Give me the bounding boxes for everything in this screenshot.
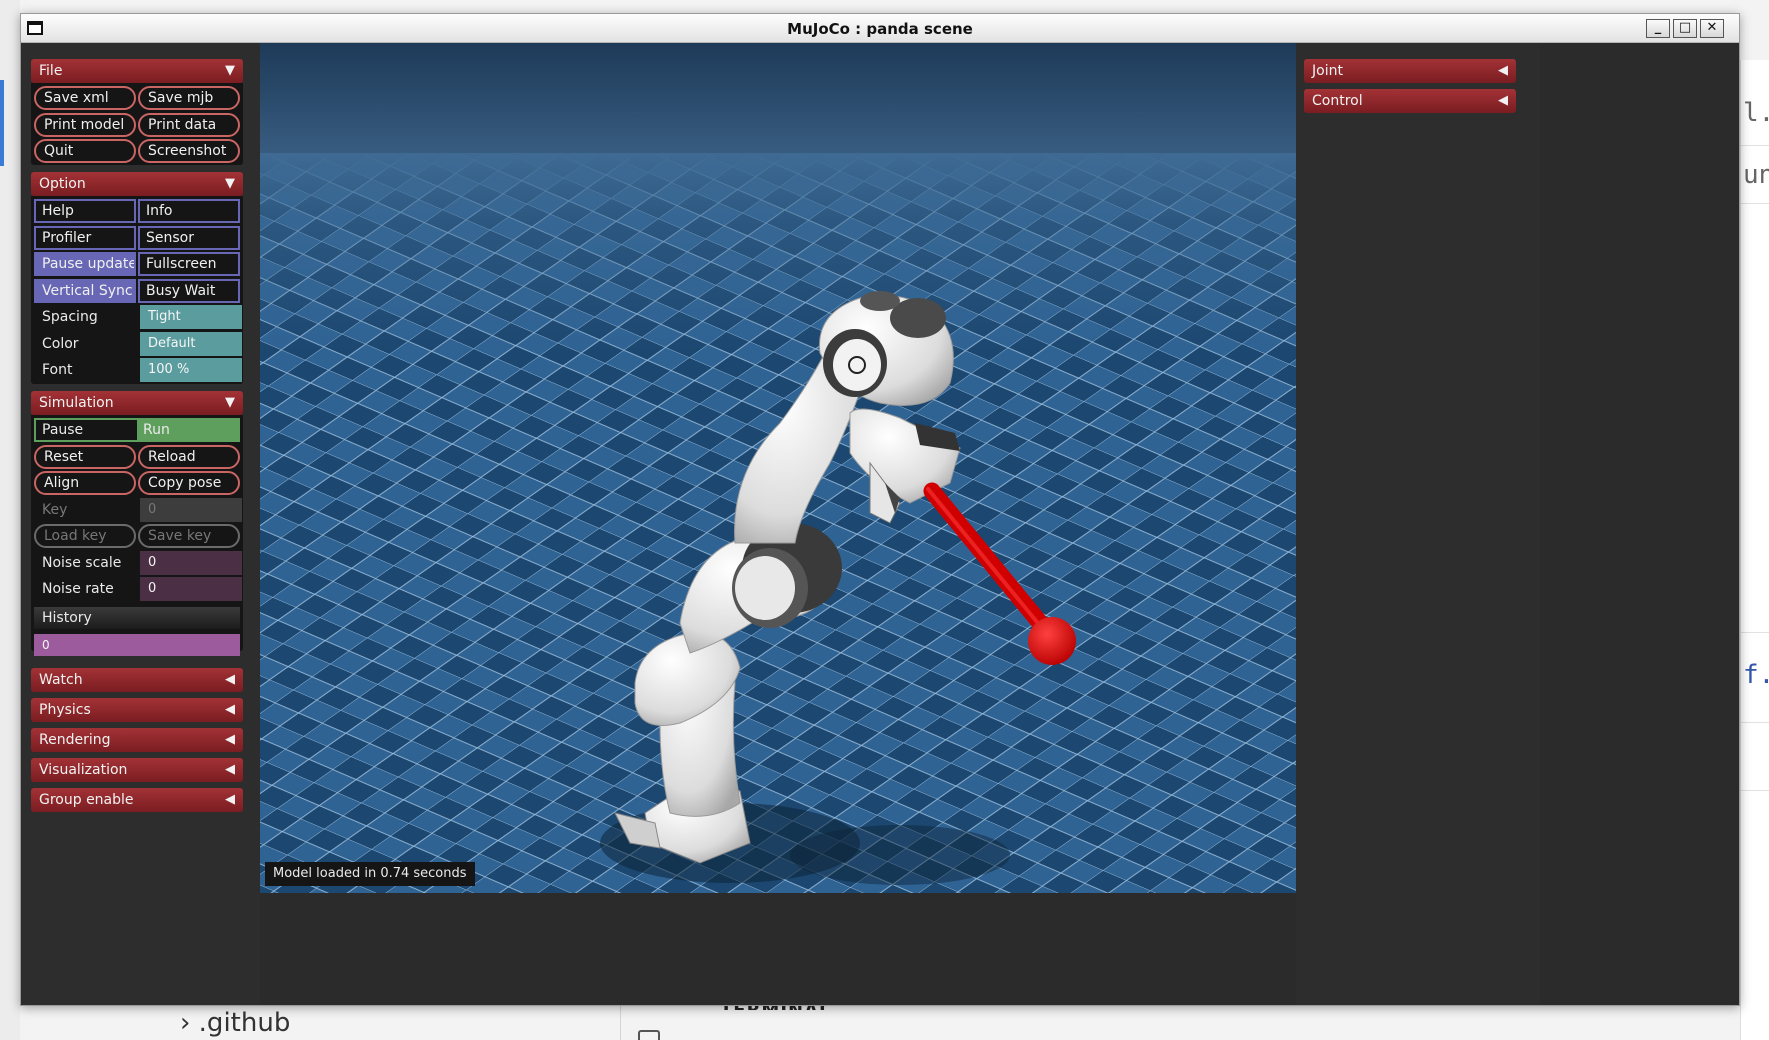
reset-button[interactable]: Reset (34, 445, 136, 469)
scene-viewport[interactable] (260, 43, 1296, 893)
pause-run-radio[interactable]: Pause Run (34, 418, 240, 442)
print-data-button[interactable]: Print data (138, 113, 240, 137)
editor-text: l.py (1743, 98, 1769, 128)
section-header-physics[interactable]: Physics ◀ (31, 698, 243, 722)
section-title: Visualization (39, 762, 128, 778)
font-label: Font (42, 362, 73, 378)
noise-scale-label: Noise scale (42, 555, 122, 571)
quit-button[interactable]: Quit (34, 139, 136, 163)
save-xml-button[interactable]: Save xml (34, 86, 136, 110)
right-ui-panel: Joint ◀ Control ◀ (1296, 43, 1540, 1005)
section-header-rendering[interactable]: Rendering ◀ (31, 728, 243, 752)
maximize-button[interactable]: □ (1673, 19, 1697, 38)
section-body-simulation: Pause Run Reset Reload Align Copy pose K… (31, 415, 243, 656)
section-header-simulation[interactable]: Simulation ▼ (31, 391, 243, 415)
vertical-sync-toggle[interactable]: Vertical Sync (34, 279, 136, 303)
section-title: Physics (39, 702, 91, 718)
reload-button[interactable]: Reload (138, 445, 240, 469)
section-header-control[interactable]: Control ◀ (1304, 89, 1516, 113)
section-title: Joint (1312, 63, 1343, 79)
font-select[interactable]: 100 % (140, 358, 242, 382)
history-label: History (34, 607, 240, 629)
profiler-toggle[interactable]: Profiler (34, 226, 136, 250)
help-toggle[interactable]: Help (34, 199, 136, 223)
divider (1741, 145, 1769, 146)
collapsed-arrow-icon: ◀ (225, 702, 235, 717)
color-label: Color (42, 336, 79, 352)
divider (1741, 203, 1769, 204)
divider (1741, 632, 1769, 633)
scene-render (260, 43, 1296, 893)
collapsed-arrow-icon: ◀ (225, 792, 235, 807)
key-slider[interactable]: 0 (140, 498, 242, 522)
section-title: Option (39, 176, 86, 192)
print-model-button[interactable]: Print model (34, 113, 136, 137)
section-title: Control (1312, 93, 1363, 109)
background-editor-left (0, 0, 20, 1040)
editor-text: f. (1743, 660, 1769, 690)
close-button[interactable]: ✕ (1700, 19, 1724, 38)
align-button[interactable]: Align (34, 471, 136, 495)
activity-accent (0, 80, 4, 166)
background-editor-bottom: › .github TERMINAL (100, 1000, 1740, 1040)
mujoco-window: MuJoCo : panda scene _ □ ✕ File ▼ Save x… (20, 13, 1740, 1006)
section-title: File (39, 63, 63, 79)
panel-icon (638, 1030, 660, 1040)
minimize-button[interactable]: _ (1646, 19, 1670, 38)
title-bar[interactable]: MuJoCo : panda scene _ □ ✕ (21, 14, 1739, 43)
section-header-visualization[interactable]: Visualization ◀ (31, 758, 243, 782)
divider (1741, 722, 1769, 723)
section-title: Group enable (39, 792, 134, 808)
info-toggle[interactable]: Info (138, 199, 240, 223)
section-title: Watch (39, 672, 83, 688)
divider (620, 1000, 621, 1040)
collapsed-arrow-icon: ◀ (1498, 63, 1508, 78)
section-body-file: Save xml Save mjb Print model Print data… (31, 83, 243, 165)
section-header-file[interactable]: File ▼ (31, 59, 243, 83)
pause-option[interactable]: Pause (36, 420, 137, 440)
section-header-group-enable[interactable]: Group enable ◀ (31, 788, 243, 812)
collapsed-arrow-icon: ◀ (225, 732, 235, 747)
editor-text: un_ (1743, 160, 1769, 190)
left-ui-panel: File ▼ Save xml Save mjb Print model Pri… (22, 43, 260, 1005)
noise-rate-input[interactable]: 0 (140, 577, 242, 601)
screenshot-button[interactable]: Screenshot (138, 139, 240, 163)
history-slider[interactable]: 0 (34, 634, 240, 656)
pause-update-toggle[interactable]: Pause update (34, 252, 136, 276)
noise-scale-input[interactable]: 0 (140, 551, 242, 575)
spacing-select[interactable]: Tight (140, 305, 242, 329)
divider (1741, 790, 1769, 791)
run-option[interactable]: Run (137, 420, 238, 440)
spacing-label: Spacing (42, 309, 98, 325)
collapsed-arrow-icon: ◀ (225, 672, 235, 687)
busy-wait-toggle[interactable]: Busy Wait (138, 279, 240, 303)
window-title: MuJoCo : panda scene (787, 20, 973, 38)
section-header-option[interactable]: Option ▼ (31, 172, 243, 196)
expanded-arrow-icon: ▼ (225, 63, 235, 78)
load-key-button[interactable]: Load key (34, 524, 136, 548)
status-text: Model loaded in 0.74 seconds (265, 862, 475, 886)
color-select[interactable]: Default (140, 332, 242, 356)
noise-rate-label: Noise rate (42, 581, 114, 597)
section-title: Simulation (39, 395, 114, 411)
collapsed-arrow-icon: ◀ (225, 762, 235, 777)
copy-pose-button[interactable]: Copy pose (138, 471, 240, 495)
collapsed-arrow-icon: ◀ (1498, 93, 1508, 108)
background-editor-right: l.py un_ f. (1740, 60, 1769, 1040)
section-body-option: Help Info Profiler Sensor Pause update F… (31, 196, 243, 384)
save-mjb-button[interactable]: Save mjb (138, 86, 240, 110)
fullscreen-toggle[interactable]: Fullscreen (138, 252, 240, 276)
key-label: Key (42, 502, 68, 518)
section-header-joint[interactable]: Joint ◀ (1304, 59, 1516, 83)
section-title: Rendering (39, 732, 111, 748)
section-header-watch[interactable]: Watch ◀ (31, 668, 243, 692)
save-key-button[interactable]: Save key (138, 524, 240, 548)
expanded-arrow-icon: ▼ (225, 395, 235, 410)
expanded-arrow-icon: ▼ (225, 176, 235, 191)
sensor-toggle[interactable]: Sensor (138, 226, 240, 250)
folder-github[interactable]: › .github (180, 1008, 290, 1038)
